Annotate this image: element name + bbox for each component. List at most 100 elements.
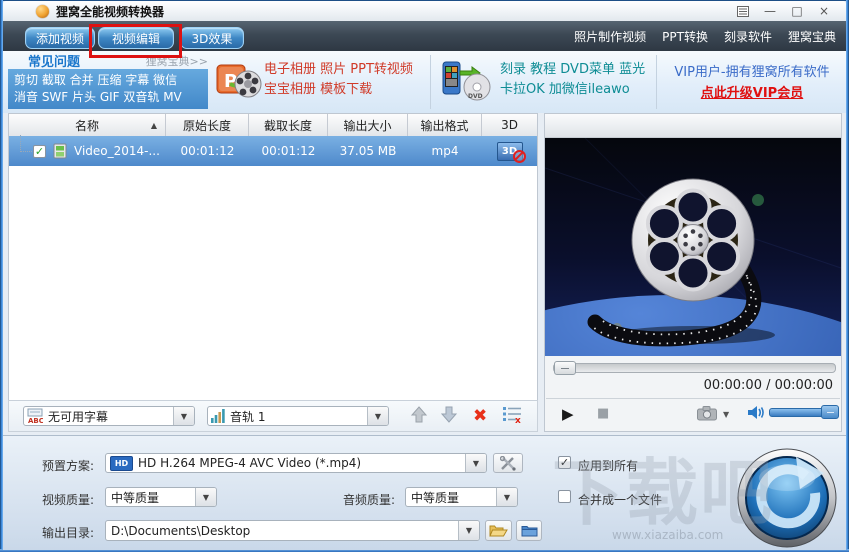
snapshot-button[interactable] <box>697 406 717 424</box>
audio-quality-label: 音频质量: <box>343 493 396 507</box>
audio-track-icon <box>211 409 225 423</box>
video-quality-label: 视频质量: <box>42 493 95 507</box>
video-file-icon <box>53 143 67 159</box>
column-header-out-size[interactable]: 输出大小 <box>328 114 408 136</box>
faq-links-box[interactable]: 剪切 截取 合并 压缩 字幕 微信 消音 SWF 片头 GIF 双音轨 MV <box>8 69 208 109</box>
phone-to-dvd-icon[interactable]: DVD <box>442 59 492 106</box>
burn-links-line2[interactable]: 卡拉OK 加微信ileawo <box>500 80 645 100</box>
preview-header-strip <box>545 114 841 138</box>
audio-quality-select[interactable]: 中等质量 ▼ <box>405 487 518 507</box>
snapshot-dropdown-arrow[interactable]: ▼ <box>723 410 729 419</box>
menu-leawo-baodian[interactable]: 狸窝宝典 <box>788 28 836 45</box>
time-display: 00:00:00 / 00:00:00 <box>703 378 833 393</box>
faq-links-line1[interactable]: 剪切 截取 合并 压缩 字幕 微信 <box>14 72 202 89</box>
list-controls-bar: ABC 无可用字幕 ▼ 音轨 1 ▼ ✖ x <box>8 400 538 432</box>
menu-ppt-convert[interactable]: PPT转换 <box>662 28 708 45</box>
apply-all-label: 应用到所有 <box>578 459 639 473</box>
output-dir-select[interactable]: D:\Documents\Desktop ▼ <box>105 520 480 541</box>
file-list-panel: 名称 ▲ 原始长度 截取长度 输出大小 输出格式 3D ✓ Video_2014… <box>8 113 538 401</box>
app-logo-icon <box>36 4 49 18</box>
preset-settings-button[interactable] <box>493 453 523 473</box>
faq-links-line2[interactable]: 消音 SWF 片头 GIF 双音轨 MV <box>14 89 202 106</box>
convert-button[interactable] <box>736 447 838 549</box>
column-header-out-format[interactable]: 输出格式 <box>408 114 482 136</box>
video-quality-select[interactable]: 中等质量 ▼ <box>105 487 217 507</box>
play-button[interactable]: ▶ <box>562 405 574 423</box>
menu-photo-to-video[interactable]: 照片制作视频 <box>574 28 646 45</box>
column-header-orig-length[interactable]: 原始长度 <box>166 114 249 136</box>
column-header-trim-length[interactable]: 截取长度 <box>249 114 328 136</box>
tab-add-video[interactable]: 添加视频 <box>25 27 95 49</box>
close-button[interactable]: × <box>816 4 832 18</box>
preset-select[interactable]: HD HD H.264 MPEG-4 AVC Video (*.mp4) ▼ <box>105 453 487 473</box>
convert-icon <box>737 448 837 548</box>
row-checkbox[interactable]: ✓ <box>33 144 46 158</box>
preset-label: 预置方案: <box>42 459 95 473</box>
window-menu-button[interactable] <box>735 4 751 18</box>
preset-dropdown-arrow[interactable]: ▼ <box>465 454 486 472</box>
delete-file-button[interactable]: ✖ <box>473 407 487 425</box>
ppt-links-line2[interactable]: 宝宝相册 模板下载 <box>264 80 413 100</box>
audio-dropdown-arrow[interactable]: ▼ <box>367 407 388 425</box>
video-preview[interactable] <box>348 137 849 552</box>
column-header-name[interactable]: 名称 ▲ <box>9 114 166 136</box>
seek-slider-handle[interactable] <box>554 361 576 375</box>
clear-list-icon: x <box>503 407 522 426</box>
vip-upgrade-link[interactable]: 点此升级VIP会员 <box>660 83 844 104</box>
vip-text: VIP用户-拥有狸窝所有软件 <box>674 65 830 80</box>
app-window: 狸窝全能视频转换器 — □ × 添加视频 视频编辑 3D效果 照片制作视频 PP… <box>0 0 849 552</box>
output-dir-label: 输出目录: <box>42 526 95 540</box>
apply-all-checkbox[interactable]: ✓ <box>558 456 571 469</box>
video-quality-dropdown-arrow[interactable]: ▼ <box>195 488 216 506</box>
subtitle-select[interactable]: ABC 无可用字幕 ▼ <box>23 406 195 426</box>
clear-list-button[interactable]: x <box>503 406 523 426</box>
title-bar: 狸窝全能视频转换器 — □ × <box>3 1 846 21</box>
film-reel-art <box>348 137 849 552</box>
ppt-links-line1[interactable]: 电子相册 照片 PPT转视频 <box>264 60 413 80</box>
burn-links-line1[interactable]: 刻录 教程 DVD菜单 蓝光 <box>500 60 645 80</box>
preview-panel: 00:00:00 / 00:00:00 ▶ ■ ▼ <box>348 113 849 552</box>
subtitle-dropdown-arrow[interactable]: ▼ <box>173 407 194 425</box>
row-out-size: 37.05 MB <box>339 144 397 158</box>
ppt-video-icon[interactable]: P <box>216 60 262 105</box>
menu-burn-software[interactable]: 刻录软件 <box>724 28 772 45</box>
toolbar-separator <box>656 55 657 109</box>
row-3d-badge[interactable]: 3D <box>496 141 526 163</box>
row-name: Video_2014-... <box>74 144 160 158</box>
3d-disabled-icon <box>512 149 526 163</box>
column-header-3d[interactable]: 3D <box>482 114 537 136</box>
table-row[interactable]: ✓ Video_2014-... 00:01:12 00:01:12 37.05… <box>9 136 537 166</box>
row-orig-length: 00:01:12 <box>180 144 235 158</box>
down-arrow-icon <box>440 406 458 423</box>
maximize-button[interactable]: □ <box>789 4 805 18</box>
sort-asc-icon: ▲ <box>150 120 157 130</box>
minimize-button[interactable]: — <box>762 4 778 18</box>
output-dir-dropdown-arrow[interactable]: ▼ <box>458 521 479 540</box>
open-output-folder-button[interactable] <box>485 520 512 541</box>
annotation-highlight-box <box>89 24 182 58</box>
row-trim-length: 00:01:12 <box>261 144 316 158</box>
browse-folder-button[interactable] <box>516 520 542 541</box>
tab-3d-effect[interactable]: 3D效果 <box>180 27 244 49</box>
speaker-icon <box>748 406 764 419</box>
seek-slider-track[interactable] <box>553 363 836 373</box>
audio-quality-dropdown-arrow[interactable]: ▼ <box>496 488 517 506</box>
hd-icon: HD <box>110 455 133 471</box>
merge-label: 合并成一个文件 <box>578 493 663 507</box>
volume-slider-handle[interactable] <box>821 405 839 419</box>
camera-icon <box>697 406 717 421</box>
folder-blue-icon <box>521 526 537 537</box>
svg-text:DVD: DVD <box>468 93 483 100</box>
merge-checkbox[interactable] <box>558 490 571 503</box>
stop-button[interactable]: ■ <box>597 406 609 421</box>
window-title: 狸窝全能视频转换器 <box>56 4 165 19</box>
tools-icon <box>499 455 516 471</box>
volume-button[interactable] <box>747 405 764 423</box>
faq-title: 常见问题 <box>28 55 81 70</box>
folder-open-icon <box>489 525 508 536</box>
subtitle-icon: ABC <box>27 408 43 424</box>
move-down-button[interactable] <box>440 406 458 426</box>
audio-track-select[interactable]: 音轨 1 ▼ <box>207 406 389 426</box>
move-up-button[interactable] <box>410 406 428 426</box>
svg-text:x: x <box>515 416 521 423</box>
